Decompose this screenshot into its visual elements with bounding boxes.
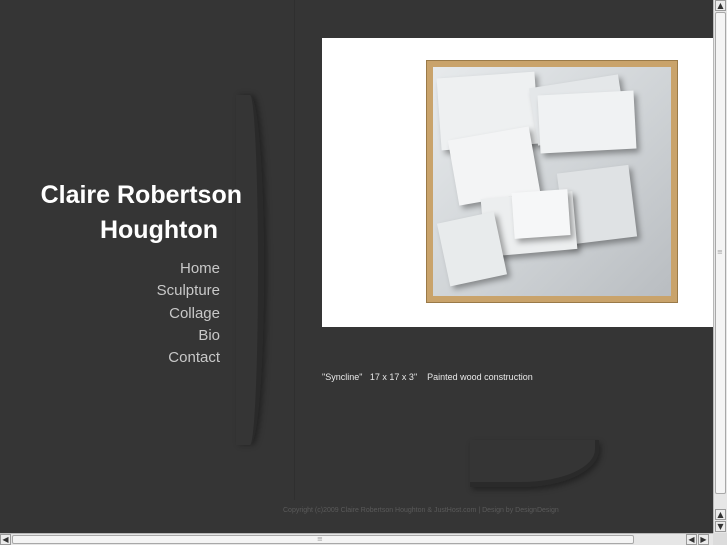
- artwork-image-panel: [322, 38, 713, 327]
- site-title-line1: Claire Robertson: [40, 181, 242, 209]
- nav-link-bio[interactable]: Bio: [100, 325, 220, 347]
- scroll-right-icon[interactable]: ▶: [698, 534, 709, 545]
- artwork-image: [433, 67, 671, 296]
- artwork-plane: [537, 90, 637, 154]
- horizontal-scrollbar[interactable]: ◀ ≡ ◀ ▶: [0, 533, 713, 545]
- scrollbar-corner: [713, 533, 727, 545]
- grip-icon: ≡: [317, 535, 323, 543]
- artwork-caption: "Syncline" 17 x 17 x 3" Painted wood con…: [322, 372, 533, 382]
- footer-copyright: Copyright (c)2009 Claire Robertson Hough…: [283, 507, 559, 514]
- scroll-up-icon[interactable]: ▲: [715, 0, 726, 11]
- main-nav: Home Sculpture Collage Bio Contact: [100, 258, 220, 369]
- vertical-scroll-thumb[interactable]: ≡: [715, 12, 726, 494]
- site-title-line2: Houghton: [99, 216, 218, 244]
- nav-link-sculpture[interactable]: Sculpture: [100, 280, 220, 302]
- nav-link-collage[interactable]: Collage: [100, 303, 220, 325]
- artwork-plane: [511, 189, 571, 239]
- nav-link-contact[interactable]: Contact: [100, 347, 220, 369]
- page: Claire Robertson Houghton Home Sculpture…: [0, 0, 713, 533]
- artwork-frame: [426, 60, 678, 303]
- nav-link-home[interactable]: Home: [100, 258, 220, 280]
- grip-icon: ≡: [717, 248, 723, 256]
- site-title[interactable]: Claire Robertson Houghton: [20, 178, 242, 248]
- horizontal-scroll-thumb[interactable]: ≡: [12, 535, 634, 544]
- decorative-curve-left: [236, 95, 264, 445]
- scroll-left-icon[interactable]: ◀: [0, 534, 11, 545]
- vertical-scrollbar[interactable]: ▲ ≡ ▲ ▼: [713, 0, 727, 533]
- decorative-curve-bottom: [470, 440, 599, 487]
- column-divider: [294, 0, 295, 500]
- scroll-down-icon[interactable]: ▼: [715, 521, 726, 532]
- scroll-up-icon[interactable]: ▲: [715, 509, 726, 520]
- scroll-left-icon[interactable]: ◀: [686, 534, 697, 545]
